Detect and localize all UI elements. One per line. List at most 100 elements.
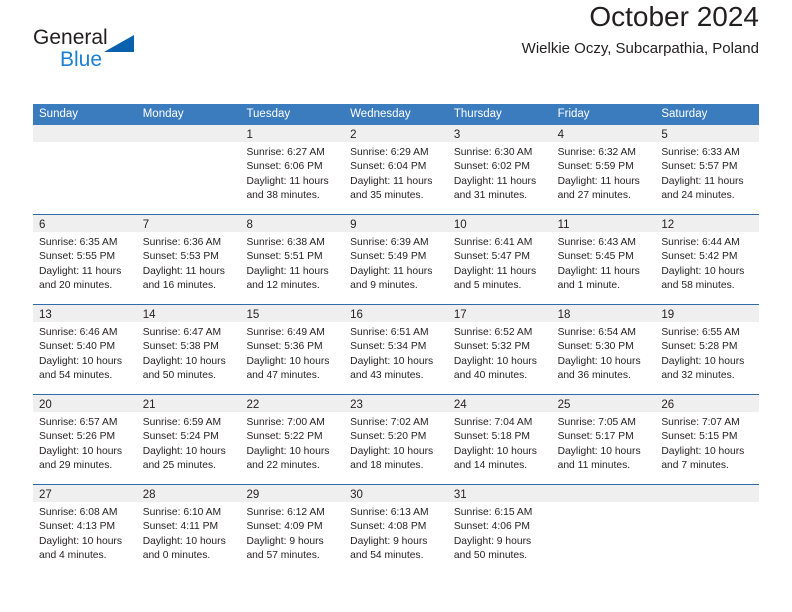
day-cell-12[interactable]: 12 Sunrise: 6:44 AM Sunset: 5:42 PM Dayligh…: [655, 215, 760, 304]
day-cell-30[interactable]: 30 Sunrise: 6:13 AM Sunset: 4:08 PM Dayligh…: [344, 485, 448, 579]
sunrise-text: Sunrise: 6:10 AM: [142, 507, 222, 518]
daylight-text-line1: Daylight: 11 hours: [246, 265, 329, 277]
day-number: 3: [453, 129, 461, 141]
sunset-text: Sunset: 5:26 PM: [39, 431, 116, 443]
sunrise-text: Sunrise: 6:30 AM: [453, 147, 533, 158]
day-cell-empty: [136, 125, 241, 214]
general-blue-logo[interactable]: General Blue: [33, 26, 233, 78]
day-cell-14[interactable]: 14 Sunrise: 6:47 AM Sunset: 5:38 PM Dayligh…: [136, 305, 241, 394]
logo-text-blue: Blue: [60, 48, 103, 71]
sunset-text: Sunset: 6:04 PM: [350, 161, 427, 173]
daylight-text-line1: Daylight: 11 hours: [557, 265, 640, 277]
day-number-band: 29: [240, 485, 345, 502]
day-details: Sunrise: 7:07 AM Sunset: 5:15 PM Daylight:…: [655, 412, 759, 474]
title-block: October 2024 Wielkie Oczy, Subcarpathia,…: [522, 0, 759, 60]
sunrise-text: Sunrise: 6:35 AM: [39, 237, 118, 248]
daylight-text-line2: and 47 minutes.: [246, 370, 320, 382]
daylight-text-line2: and 22 minutes.: [246, 460, 320, 472]
daylight-text-line1: Daylight: 11 hours: [350, 175, 433, 187]
sunset-text: Sunset: 5:20 PM: [350, 431, 427, 443]
day-number: 27: [39, 489, 52, 501]
day-cell-21[interactable]: 21 Sunrise: 6:59 AM Sunset: 5:24 PM Dayligh…: [136, 395, 241, 484]
day-number-band: 12: [655, 215, 760, 232]
sunrise-text: Sunrise: 6:15 AM: [453, 507, 533, 518]
day-cell-25[interactable]: 25 Sunrise: 7:05 AM Sunset: 5:17 PM Dayligh…: [551, 395, 656, 484]
day-cell-3[interactable]: 3 Sunrise: 6:30 AM Sunset: 6:02 PM Daylight…: [447, 125, 552, 214]
day-cell-11[interactable]: 11 Sunrise: 6:43 AM Sunset: 5:45 PM Dayligh…: [551, 215, 656, 304]
day-details: Sunrise: 6:15 AM Sunset: 4:06 PM Daylight:…: [448, 502, 552, 564]
day-details: Sunrise: 6:59 AM Sunset: 5:24 PM Daylight:…: [137, 412, 241, 474]
sunset-text: Sunset: 5:32 PM: [453, 341, 531, 353]
sunset-text: Sunset: 5:28 PM: [661, 341, 738, 353]
day-cell-5[interactable]: 5 Sunrise: 6:33 AM Sunset: 5:57 PM Daylight…: [655, 125, 760, 214]
daylight-text-line1: Daylight: 10 hours: [142, 535, 226, 547]
day-number: 7: [142, 219, 150, 231]
day-cell-9[interactable]: 9 Sunrise: 6:39 AM Sunset: 5:49 PM Daylight…: [344, 215, 448, 304]
day-cell-10[interactable]: 10 Sunrise: 6:41 AM Sunset: 5:47 PM Dayligh…: [447, 215, 552, 304]
day-number: 8: [246, 219, 253, 231]
day-number-band: 7: [136, 215, 241, 232]
sunrise-text: Sunrise: 6:32 AM: [557, 147, 637, 158]
sunrise-text: Sunrise: 6:13 AM: [350, 507, 429, 518]
sunrise-text: Sunrise: 6:51 AM: [350, 327, 429, 338]
day-cell-29[interactable]: 29 Sunrise: 6:12 AM Sunset: 4:09 PM Dayligh…: [240, 485, 345, 579]
day-number-band: [655, 485, 760, 502]
day-cell-31[interactable]: 31 Sunrise: 6:15 AM Sunset: 4:06 PM Dayligh…: [447, 485, 552, 579]
day-number: 24: [453, 399, 467, 411]
day-cell-28[interactable]: 28 Sunrise: 6:10 AM Sunset: 4:11 PM Dayligh…: [136, 485, 241, 579]
sunset-text: Sunset: 5:51 PM: [246, 251, 323, 263]
day-cell-23[interactable]: 23 Sunrise: 7:02 AM Sunset: 5:20 PM Dayligh…: [344, 395, 448, 484]
daylight-text-line2: and 12 minutes.: [246, 280, 320, 292]
day-number: 31: [453, 489, 467, 501]
daylight-text-line1: Daylight: 11 hours: [246, 175, 329, 187]
day-number-band: 1: [240, 125, 345, 142]
calendar-week-row: 1 Sunrise: 6:27 AM Sunset: 6:06 PM Daylight…: [33, 125, 760, 215]
sunrise-text: Sunrise: 6:52 AM: [453, 327, 533, 338]
daylight-text-line2: and 50 minutes.: [142, 370, 216, 382]
daylight-text-line2: and 7 minutes.: [661, 460, 729, 472]
day-number: 4: [557, 129, 564, 141]
day-details: Sunrise: 6:41 AM Sunset: 5:47 PM Daylight:…: [448, 232, 552, 294]
daylight-text-line1: Daylight: 11 hours: [350, 265, 433, 277]
sunset-text: Sunset: 5:49 PM: [350, 251, 427, 263]
day-cell-22[interactable]: 22 Sunrise: 7:00 AM Sunset: 5:22 PM Dayligh…: [240, 395, 345, 484]
day-cell-2[interactable]: 2 Sunrise: 6:29 AM Sunset: 6:04 PM Daylight…: [344, 125, 448, 214]
day-cell-6[interactable]: 6 Sunrise: 6:35 AM Sunset: 5:55 PM Daylight…: [33, 215, 137, 304]
day-cell-13[interactable]: 13 Sunrise: 6:46 AM Sunset: 5:40 PM Dayligh…: [33, 305, 137, 394]
day-number: 16: [350, 309, 363, 321]
sunset-text: Sunset: 5:18 PM: [453, 431, 531, 443]
day-cell-19[interactable]: 19 Sunrise: 6:55 AM Sunset: 5:28 PM Dayligh…: [655, 305, 760, 394]
daylight-text-line1: Daylight: 10 hours: [142, 355, 226, 367]
daylight-text-line1: Daylight: 10 hours: [350, 355, 434, 367]
day-number-band: 26: [655, 395, 760, 412]
day-number: 12: [661, 219, 675, 231]
daylight-text-line1: Daylight: 11 hours: [39, 265, 122, 277]
day-number: 6: [39, 219, 46, 231]
day-cell-24[interactable]: 24 Sunrise: 7:04 AM Sunset: 5:18 PM Dayligh…: [447, 395, 552, 484]
day-cell-8[interactable]: 8 Sunrise: 6:38 AM Sunset: 5:51 PM Daylight…: [240, 215, 345, 304]
daylight-text-line2: and 25 minutes.: [142, 460, 216, 472]
daylight-text-line2: and 35 minutes.: [350, 190, 424, 202]
day-number: 30: [350, 489, 363, 501]
sunrise-text: Sunrise: 6:59 AM: [142, 417, 222, 428]
day-cell-17[interactable]: 17 Sunrise: 6:52 AM Sunset: 5:32 PM Dayligh…: [447, 305, 552, 394]
calendar-grid: Sunday Monday Tuesday Wednesday Thursday Frid…: [33, 104, 760, 579]
day-cell-26[interactable]: 26 Sunrise: 7:07 AM Sunset: 5:15 PM Dayligh…: [655, 395, 760, 484]
day-cell-15[interactable]: 15 Sunrise: 6:49 AM Sunset: 5:36 PM Dayligh…: [240, 305, 345, 394]
day-cell-7[interactable]: 7 Sunrise: 6:36 AM Sunset: 5:53 PM Daylight…: [136, 215, 241, 304]
day-details: Sunrise: 6:51 AM Sunset: 5:34 PM Daylight:…: [344, 322, 448, 384]
sunrise-text: Sunrise: 6:47 AM: [142, 327, 222, 338]
day-number-band: 4: [551, 125, 656, 142]
day-cell-18[interactable]: 18 Sunrise: 6:54 AM Sunset: 5:30 PM Dayligh…: [551, 305, 656, 394]
day-cell-16[interactable]: 16 Sunrise: 6:51 AM Sunset: 5:34 PM Dayligh…: [344, 305, 448, 394]
day-cell-4[interactable]: 4 Sunrise: 6:32 AM Sunset: 5:59 PM Daylight…: [551, 125, 656, 214]
day-details: Sunrise: 6:43 AM Sunset: 5:45 PM Daylight:…: [552, 232, 656, 294]
day-cell-27[interactable]: 27 Sunrise: 6:08 AM Sunset: 4:13 PM Dayligh…: [33, 485, 137, 579]
day-cell-1[interactable]: 1 Sunrise: 6:27 AM Sunset: 6:06 PM Daylight…: [240, 125, 345, 214]
day-number-band: 31: [447, 485, 552, 502]
sunset-text: Sunset: 4:11 PM: [142, 521, 219, 533]
day-details: Sunrise: 7:04 AM Sunset: 5:18 PM Daylight:…: [448, 412, 552, 474]
day-cell-20[interactable]: 20 Sunrise: 6:57 AM Sunset: 5:26 PM Dayligh…: [33, 395, 137, 484]
day-number-band: 2: [344, 125, 448, 142]
daylight-text-line2: and 31 minutes.: [453, 190, 528, 202]
